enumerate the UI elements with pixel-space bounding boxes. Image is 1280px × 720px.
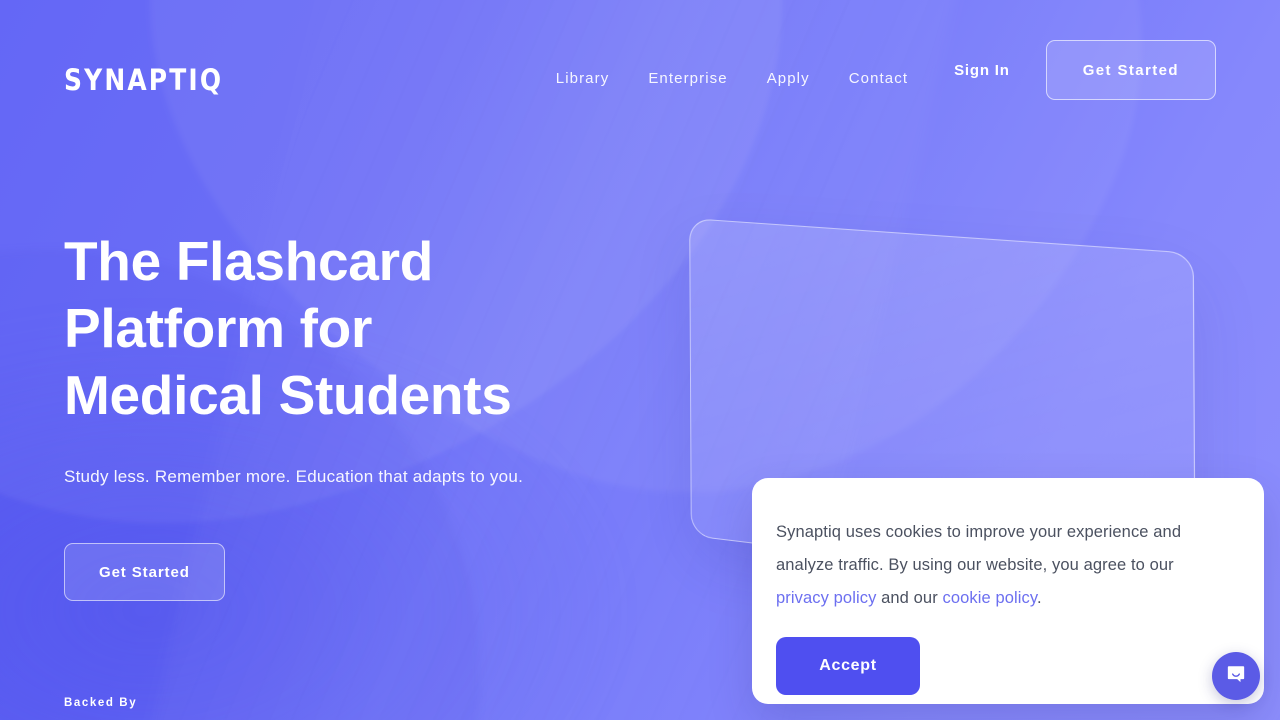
accept-cookies-button[interactable]: Accept [776,637,920,695]
header-get-started-button[interactable]: Get Started [1045,40,1216,100]
hero-headline: The Flashcard Platform for Medical Stude… [64,230,512,427]
cookie-consent-banner: Synaptiq uses cookies to improve your ex… [752,478,1264,704]
privacy-policy-link[interactable]: privacy policy [776,589,876,607]
site-header: SYNAPTIQ Library Enterprise Apply Contac… [0,0,1280,163]
main-navigation: Library Enterprise Apply Contact [556,70,908,87]
hero-get-started-button[interactable]: Get Started [64,543,225,602]
cookie-text-segment-two: and our [876,589,943,607]
nav-item-enterprise[interactable]: Enterprise [648,70,727,87]
cookie-consent-text: Synaptiq uses cookies to improve your ex… [776,516,1228,615]
cookie-text-segment-one: Synaptiq uses cookies to improve your ex… [776,523,1182,574]
nav-item-contact[interactable]: Contact [849,70,908,87]
hero-section: The Flashcard Platform for Medical Stude… [64,228,684,602]
cookie-policy-link[interactable]: cookie policy [942,589,1037,607]
nav-item-library[interactable]: Library [556,70,610,87]
header-actions: Sign In Get Started [950,40,1216,100]
sign-in-link[interactable]: Sign In [950,50,1014,91]
logo[interactable]: SYNAPTIQ [64,66,223,95]
nav-item-apply[interactable]: Apply [767,70,810,87]
chat-launcher-button[interactable] [1212,652,1260,700]
chat-bubble-icon [1225,663,1247,690]
cookie-text-segment-three: . [1037,589,1042,607]
hero-subheadline: Study less. Remember more. Education tha… [64,467,524,487]
page-root: SYNAPTIQ Library Enterprise Apply Contac… [0,0,1280,720]
backed-by-label: Backed By [64,697,138,709]
